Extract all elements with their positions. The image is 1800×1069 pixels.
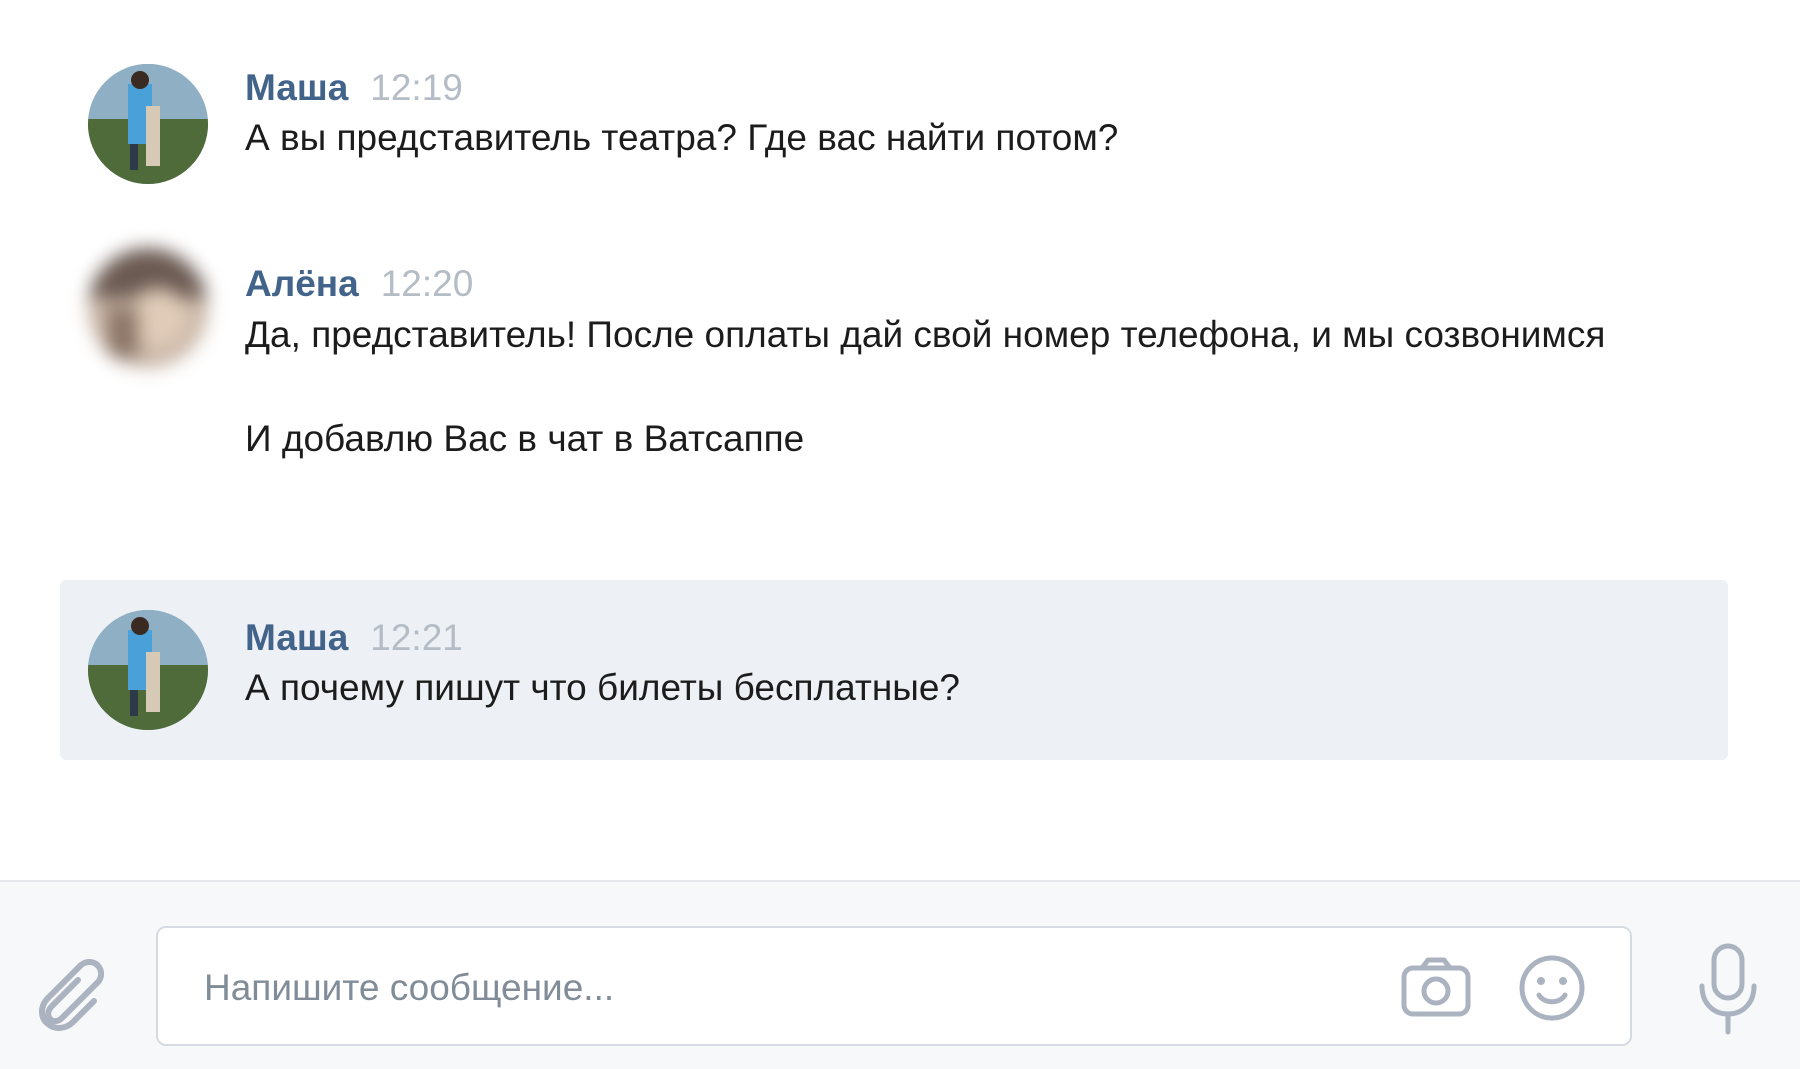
- chat-history: Маша 12:19 А вы представитель театра? Где…: [0, 0, 1800, 880]
- message-item[interactable]: Маша 12:21 А почему пишут что билеты бесп…: [60, 580, 1728, 760]
- message-header: Маша 12:21: [245, 616, 463, 660]
- message-item[interactable]: Алёна 12:20 Да, представитель! После опла…: [60, 240, 1728, 540]
- message-line: А почему пишут что билеты бесплатные?: [245, 667, 961, 708]
- message-text: А почему пишут что билеты бесплатные?: [245, 659, 1625, 717]
- message-input[interactable]: Напишите сообщение...: [156, 926, 1632, 1046]
- message-header: Маша 12:19: [245, 66, 463, 110]
- paperclip-icon[interactable]: [28, 952, 105, 1032]
- camera-icon[interactable]: [1398, 950, 1474, 1026]
- message-line: Да, представитель! После оплаты дай свой…: [245, 314, 1606, 355]
- author-name[interactable]: Маша: [245, 617, 348, 658]
- message-input-placeholder: Напишите сообщение...: [204, 967, 615, 1008]
- avatar[interactable]: [88, 64, 208, 184]
- smile-icon[interactable]: [1514, 950, 1590, 1026]
- message-line: И добавлю Вас в чат в Ватсаппе: [245, 418, 805, 459]
- message-header: Алёна 12:20: [245, 262, 473, 306]
- message-time: 12:20: [380, 263, 474, 304]
- message-text: А вы представитель театра? Где вас найти…: [245, 109, 1625, 167]
- message-time: 12:19: [370, 67, 463, 108]
- avatar[interactable]: [88, 248, 208, 368]
- author-name[interactable]: Алёна: [245, 263, 359, 304]
- author-name[interactable]: Маша: [245, 67, 348, 108]
- message-time: 12:21: [370, 617, 463, 658]
- message-text: Да, представитель! После оплаты дай свой…: [245, 306, 1625, 468]
- message-line: А вы представитель театра? Где вас найти…: [245, 117, 1119, 158]
- message-composer: Напишите сообщение...: [0, 880, 1800, 1069]
- avatar[interactable]: [88, 610, 208, 730]
- message-item[interactable]: Маша 12:19 А вы представитель театра? Где…: [60, 50, 1728, 200]
- microphone-icon[interactable]: [1690, 942, 1766, 1038]
